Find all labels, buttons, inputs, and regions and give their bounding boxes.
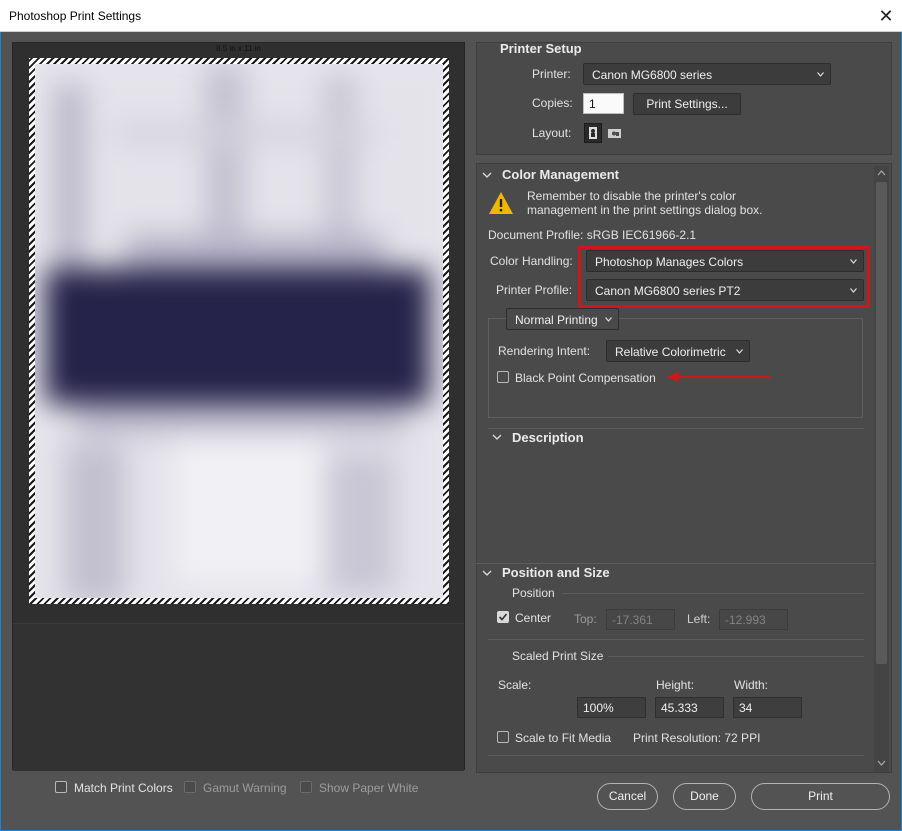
scroll-down-icon[interactable]: [877, 760, 886, 766]
top-label: Top:: [574, 612, 597, 626]
printing-options-group: [488, 318, 863, 418]
scale-to-fit-checkbox[interactable]: [497, 731, 509, 743]
printing-mode-value: Normal Printing: [515, 313, 598, 327]
close-icon[interactable]: ✕: [870, 0, 902, 32]
warning-text-line1: Remember to disable the printer's color: [527, 189, 737, 203]
print-settings-button[interactable]: Print Settings...: [633, 93, 741, 115]
paper-size-label: 8.5 in x 11 in: [216, 44, 261, 53]
height-input[interactable]: 45.333: [655, 697, 724, 718]
printing-mode-select[interactable]: Normal Printing: [506, 308, 619, 330]
divider: [608, 656, 864, 657]
left-input[interactable]: -12.993: [719, 609, 788, 630]
description-title: Description: [512, 430, 584, 445]
document-profile: Document Profile: sRGB IEC61966-2.1: [488, 228, 697, 242]
printer-profile-label: Printer Profile:: [496, 283, 573, 297]
divider: [488, 639, 864, 640]
scaled-print-size-label: Scaled Print Size: [512, 649, 604, 663]
center-label[interactable]: Center: [515, 611, 551, 625]
scroll-up-icon[interactable]: [877, 170, 886, 176]
portrait-layout-button[interactable]: [584, 123, 602, 143]
printer-label: Printer:: [532, 67, 571, 81]
printer-profile-value: Canon MG6800 series PT2: [595, 284, 741, 298]
rendering-intent-select[interactable]: Relative Colorimetric: [606, 340, 750, 362]
height-label: Height:: [656, 678, 695, 692]
print-button[interactable]: Print: [751, 783, 890, 810]
position-label: Position: [512, 586, 555, 600]
print-resolution: Print Resolution: 72 PPI: [633, 731, 761, 745]
rendering-intent-value: Relative Colorimetric: [615, 345, 726, 359]
color-handling-value: Photoshop Manages Colors: [595, 255, 744, 269]
cancel-button[interactable]: Cancel: [597, 783, 658, 810]
copies-label: Copies:: [532, 96, 573, 110]
checkmark-icon: [498, 613, 508, 621]
red-arrow-icon: [667, 371, 770, 383]
width-input[interactable]: 34: [733, 697, 802, 718]
left-label: Left:: [687, 612, 711, 626]
chevron-down-icon: [850, 288, 857, 293]
top-input[interactable]: -17.361: [606, 609, 675, 630]
gamut-warning-checkbox[interactable]: [184, 781, 196, 793]
chevron-down-icon: [736, 349, 743, 354]
done-button[interactable]: Done: [673, 783, 736, 810]
chevron-down-icon: [850, 259, 857, 264]
scale-label: Scale:: [498, 678, 532, 692]
position-size-title: Position and Size: [502, 565, 610, 580]
warning-icon: [489, 192, 513, 214]
page-preview: [29, 58, 449, 604]
scale-input[interactable]: 100%: [577, 697, 646, 718]
divider: [476, 563, 874, 564]
show-paper-white-label[interactable]: Show Paper White: [319, 781, 418, 795]
printer-value: Canon MG6800 series: [592, 68, 713, 82]
preview-empty-area: [13, 623, 464, 771]
settings-scrollbar[interactable]: [874, 166, 889, 772]
scrollbar-thumb[interactable]: [876, 182, 887, 664]
divider: [562, 593, 864, 594]
landscape-icon: [608, 129, 621, 138]
black-point-label[interactable]: Black Point Compensation: [515, 371, 656, 385]
gamut-warning-label[interactable]: Gamut Warning: [203, 781, 287, 795]
color-management-title: Color Management: [502, 167, 620, 182]
divider: [488, 755, 864, 756]
match-print-colors-checkbox[interactable]: [55, 781, 67, 793]
layout-label: Layout:: [532, 126, 572, 140]
printer-setup-title: Printer Setup: [500, 41, 582, 56]
color-handling-label: Color Handling:: [490, 254, 573, 268]
rendering-intent-label: Rendering Intent:: [498, 344, 591, 358]
black-point-checkbox[interactable]: [497, 371, 509, 383]
copies-input[interactable]: 1: [583, 93, 624, 114]
printer-select[interactable]: Canon MG6800 series: [583, 63, 831, 85]
collapse-chevron-icon[interactable]: [482, 568, 492, 578]
landscape-layout-button[interactable]: [606, 124, 624, 142]
divider: [488, 428, 864, 429]
collapse-chevron-icon[interactable]: [492, 432, 502, 442]
collapse-chevron-icon[interactable]: [482, 170, 492, 180]
match-print-colors-label[interactable]: Match Print Colors: [74, 781, 173, 795]
scale-to-fit-label[interactable]: Scale to Fit Media: [515, 731, 611, 745]
chevron-down-icon: [605, 317, 612, 322]
portrait-icon: [589, 127, 597, 139]
color-handling-select[interactable]: Photoshop Manages Colors: [586, 250, 864, 272]
blurred-image-preview: [35, 64, 443, 598]
warning-text-line2: management in the print settings dialog …: [527, 203, 763, 217]
title-bar: Photoshop Print Settings ✕: [0, 0, 902, 32]
chevron-down-icon: [817, 72, 824, 77]
show-paper-white-checkbox[interactable]: [300, 781, 312, 793]
center-checkbox[interactable]: [497, 611, 509, 623]
window-title: Photoshop Print Settings: [9, 9, 142, 23]
width-label: Width:: [734, 678, 769, 692]
printer-profile-select[interactable]: Canon MG6800 series PT2: [586, 279, 864, 301]
